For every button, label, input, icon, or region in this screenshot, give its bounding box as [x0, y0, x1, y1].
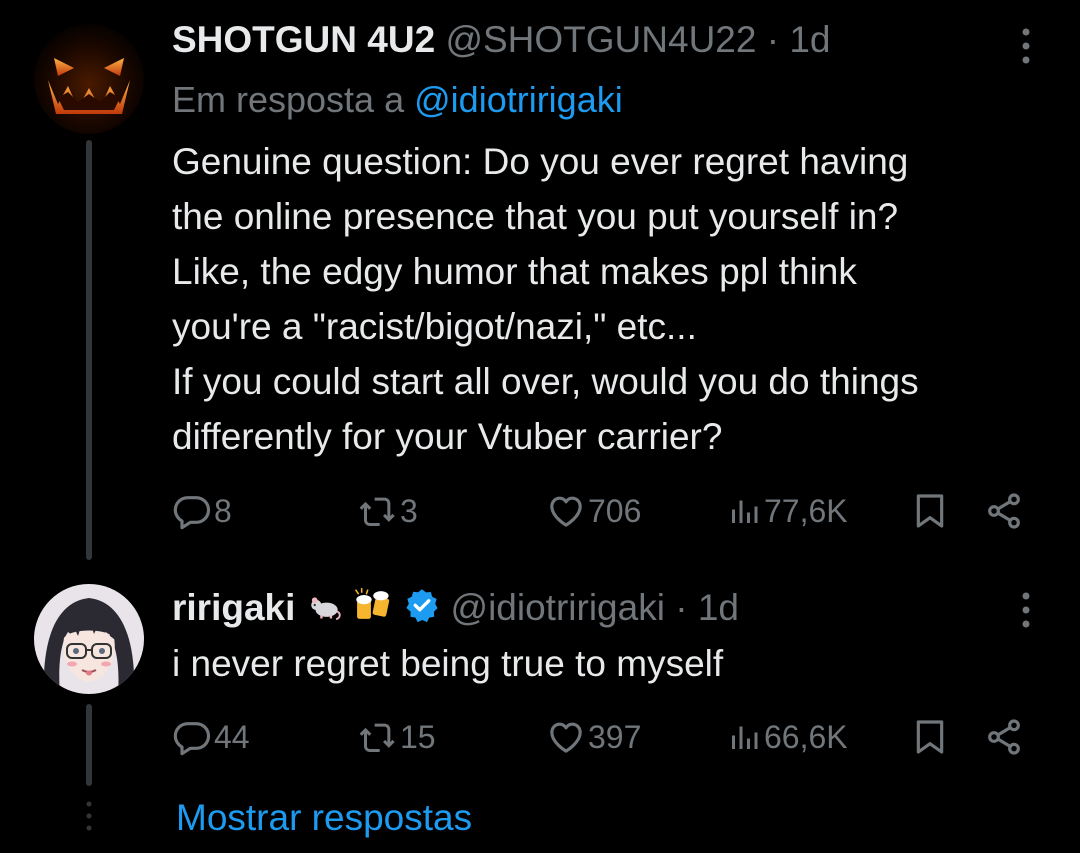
action-bar: 44 15 397 66,6K	[172, 712, 1032, 762]
bookmark-button[interactable]	[910, 486, 950, 536]
display-name[interactable]: ririgaki	[172, 587, 295, 628]
reply-icon	[173, 496, 211, 530]
heart-icon	[550, 722, 582, 753]
bookmark-icon	[916, 494, 944, 528]
reply-context: Em resposta a @idiotririgaki	[172, 78, 623, 122]
show-replies-link[interactable]: Mostrar respostas	[176, 796, 472, 840]
thread-continuation-dots-icon	[84, 798, 94, 838]
verified-badge-icon[interactable]	[404, 587, 440, 633]
repost-button[interactable]: 15	[358, 712, 436, 762]
reply-mention-link[interactable]: @idiotririgaki	[414, 79, 623, 120]
views-button[interactable]: 77,6K	[726, 486, 848, 536]
bookmark-icon	[916, 720, 944, 754]
share-icon	[988, 493, 1020, 529]
tweet-header: ririgaki @idiotririgaki · 1d	[172, 586, 739, 634]
user-handle[interactable]: @SHOTGUN4U22	[445, 19, 756, 60]
action-bar: 8 3 706 77,6K	[172, 486, 1032, 536]
reply-count: 8	[214, 492, 232, 529]
shotgun-avatar-image	[34, 24, 144, 134]
like-count: 397	[588, 718, 642, 755]
repost-count: 3	[400, 492, 418, 529]
reply-count: 44	[214, 718, 250, 755]
reply-button[interactable]: 44	[172, 712, 250, 762]
user-handle[interactable]: @idiotririgaki	[451, 587, 665, 628]
share-icon	[988, 719, 1020, 755]
thread-line	[86, 704, 92, 786]
view-count: 77,6K	[764, 492, 848, 529]
heart-icon	[550, 496, 582, 527]
share-button[interactable]	[984, 486, 1024, 536]
beer-mugs-emoji-icon	[354, 586, 394, 634]
views-icon	[732, 500, 758, 523]
tweet-text: Genuine question: Do you ever regret hav…	[172, 141, 919, 457]
like-count: 706	[588, 492, 642, 529]
bookmark-button[interactable]	[910, 712, 950, 762]
avatar-ririgaki[interactable]	[34, 584, 144, 694]
more-icon[interactable]	[1014, 24, 1038, 68]
tweet-header: SHOTGUN 4U2 @SHOTGUN4U22 · 1d	[172, 18, 831, 62]
timestamp[interactable]: 1d	[698, 587, 739, 628]
views-button[interactable]: 66,6K	[726, 712, 848, 762]
reply-icon	[173, 722, 211, 756]
repost-count: 15	[400, 718, 436, 755]
more-icon[interactable]	[1014, 588, 1038, 632]
repost-icon	[359, 497, 395, 526]
repost-icon	[359, 723, 395, 752]
reply-prefix: Em resposta a	[172, 79, 405, 120]
view-count: 66,6K	[764, 718, 848, 755]
like-button[interactable]: 397	[546, 712, 641, 762]
views-icon	[732, 726, 758, 749]
timestamp[interactable]: 1d	[789, 19, 830, 60]
display-name[interactable]: SHOTGUN 4U2	[172, 19, 435, 60]
ririgaki-avatar-image	[34, 584, 144, 694]
tweet-ririgaki[interactable]: ririgaki @idiotririgaki · 1d i never reg…	[0, 560, 1080, 790]
reply-button[interactable]: 8	[172, 486, 232, 536]
avatar-shotgun[interactable]	[34, 24, 144, 134]
separator-dot: ·	[766, 19, 780, 60]
share-button[interactable]	[984, 712, 1024, 762]
separator-dot: ·	[675, 587, 688, 628]
thread-line	[86, 140, 92, 560]
rat-emoji-icon	[306, 586, 344, 634]
repost-button[interactable]: 3	[358, 486, 418, 536]
like-button[interactable]: 706	[546, 486, 641, 536]
tweet-text: i never regret being true to myself	[172, 643, 724, 684]
tweet-shotgun[interactable]: SHOTGUN 4U2 @SHOTGUN4U22 · 1d Em respost…	[0, 0, 1080, 560]
